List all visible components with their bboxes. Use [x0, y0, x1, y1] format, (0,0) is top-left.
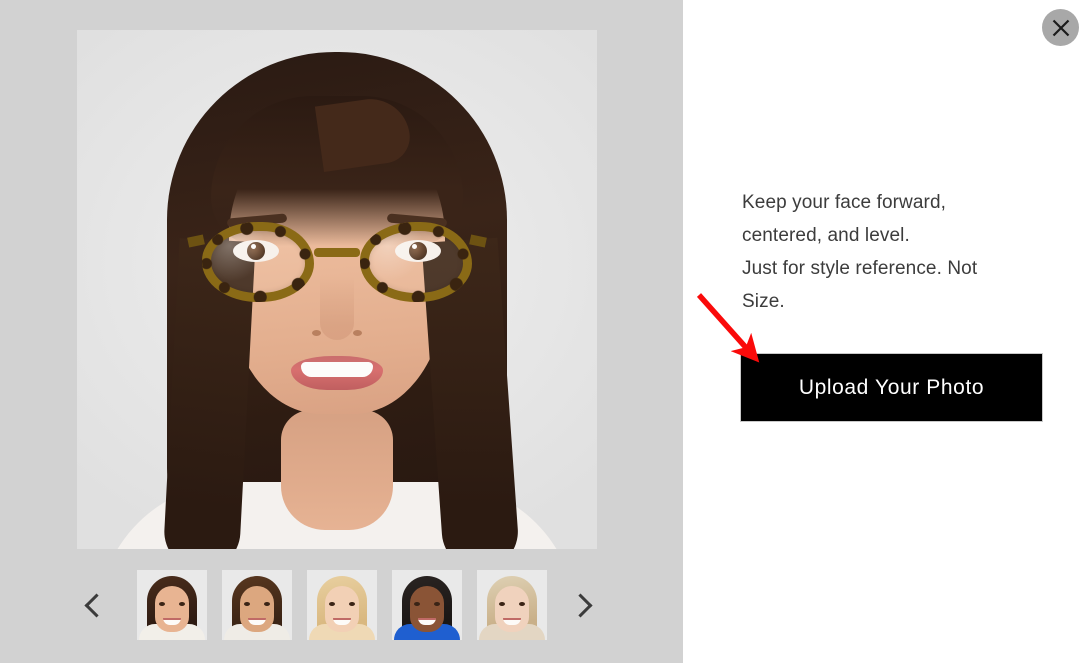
- instruction-text: Keep your face forward, centered, and lev…: [742, 186, 1032, 318]
- close-icon: [1052, 19, 1069, 36]
- glasses-lens-right: [360, 222, 472, 302]
- try-on-modal: Keep your face forward, centered, and lev…: [0, 0, 1080, 663]
- thumb-eye-left: [414, 602, 420, 606]
- chevron-right-icon: [567, 592, 593, 618]
- thumb-eye-right: [349, 602, 355, 606]
- model-portrait-image: [77, 30, 597, 549]
- neck: [281, 410, 393, 530]
- carousel-thumbnail[interactable]: [477, 570, 547, 640]
- carousel-thumbnail[interactable]: [222, 570, 292, 640]
- carousel-thumbnail[interactable]: [392, 570, 462, 640]
- glasses-bridge: [314, 248, 360, 257]
- tortoiseshell-glasses-overlay: [187, 222, 487, 306]
- carousel-thumbnail[interactable]: [307, 570, 377, 640]
- instruction-line: Size.: [742, 291, 785, 312]
- thumb-face: [240, 586, 274, 632]
- thumb-face: [325, 586, 359, 632]
- thumb-face: [495, 586, 529, 632]
- thumb-eye-right: [519, 602, 525, 606]
- upload-your-photo-button[interactable]: Upload Your Photo: [740, 353, 1043, 422]
- thumb-eye-left: [159, 602, 165, 606]
- thumb-eye-left: [499, 602, 505, 606]
- upload-side-pane: Keep your face forward, centered, and lev…: [683, 0, 1080, 663]
- close-button[interactable]: [1042, 9, 1079, 46]
- thumb-eye-right: [434, 602, 440, 606]
- carousel-thumbnail[interactable]: [137, 570, 207, 640]
- thumb-eye-right: [264, 602, 270, 606]
- instruction-line: Just for style reference. Not: [742, 258, 978, 279]
- carousel-next-button[interactable]: [561, 583, 603, 627]
- model-carousel: [77, 565, 597, 645]
- carousel-thumbnail-list: [137, 570, 547, 640]
- chevron-left-icon: [83, 592, 109, 618]
- instruction-line: centered, and level.: [742, 225, 910, 246]
- thumb-eye-right: [179, 602, 185, 606]
- nostril-left: [312, 330, 321, 336]
- main-photo-stage[interactable]: [77, 30, 597, 549]
- nostril-right: [353, 330, 362, 336]
- photo-viewer-panel: [0, 0, 683, 663]
- glasses-lens-left: [202, 222, 314, 302]
- glasses-temple-left: [187, 234, 205, 248]
- carousel-prev-button[interactable]: [73, 583, 115, 627]
- thumb-eye-left: [329, 602, 335, 606]
- teeth: [301, 362, 373, 377]
- thumb-face: [410, 586, 444, 632]
- thumb-face: [155, 586, 189, 632]
- thumb-eye-left: [244, 602, 250, 606]
- instruction-line: Keep your face forward,: [742, 192, 947, 213]
- glasses-temple-right: [469, 234, 487, 248]
